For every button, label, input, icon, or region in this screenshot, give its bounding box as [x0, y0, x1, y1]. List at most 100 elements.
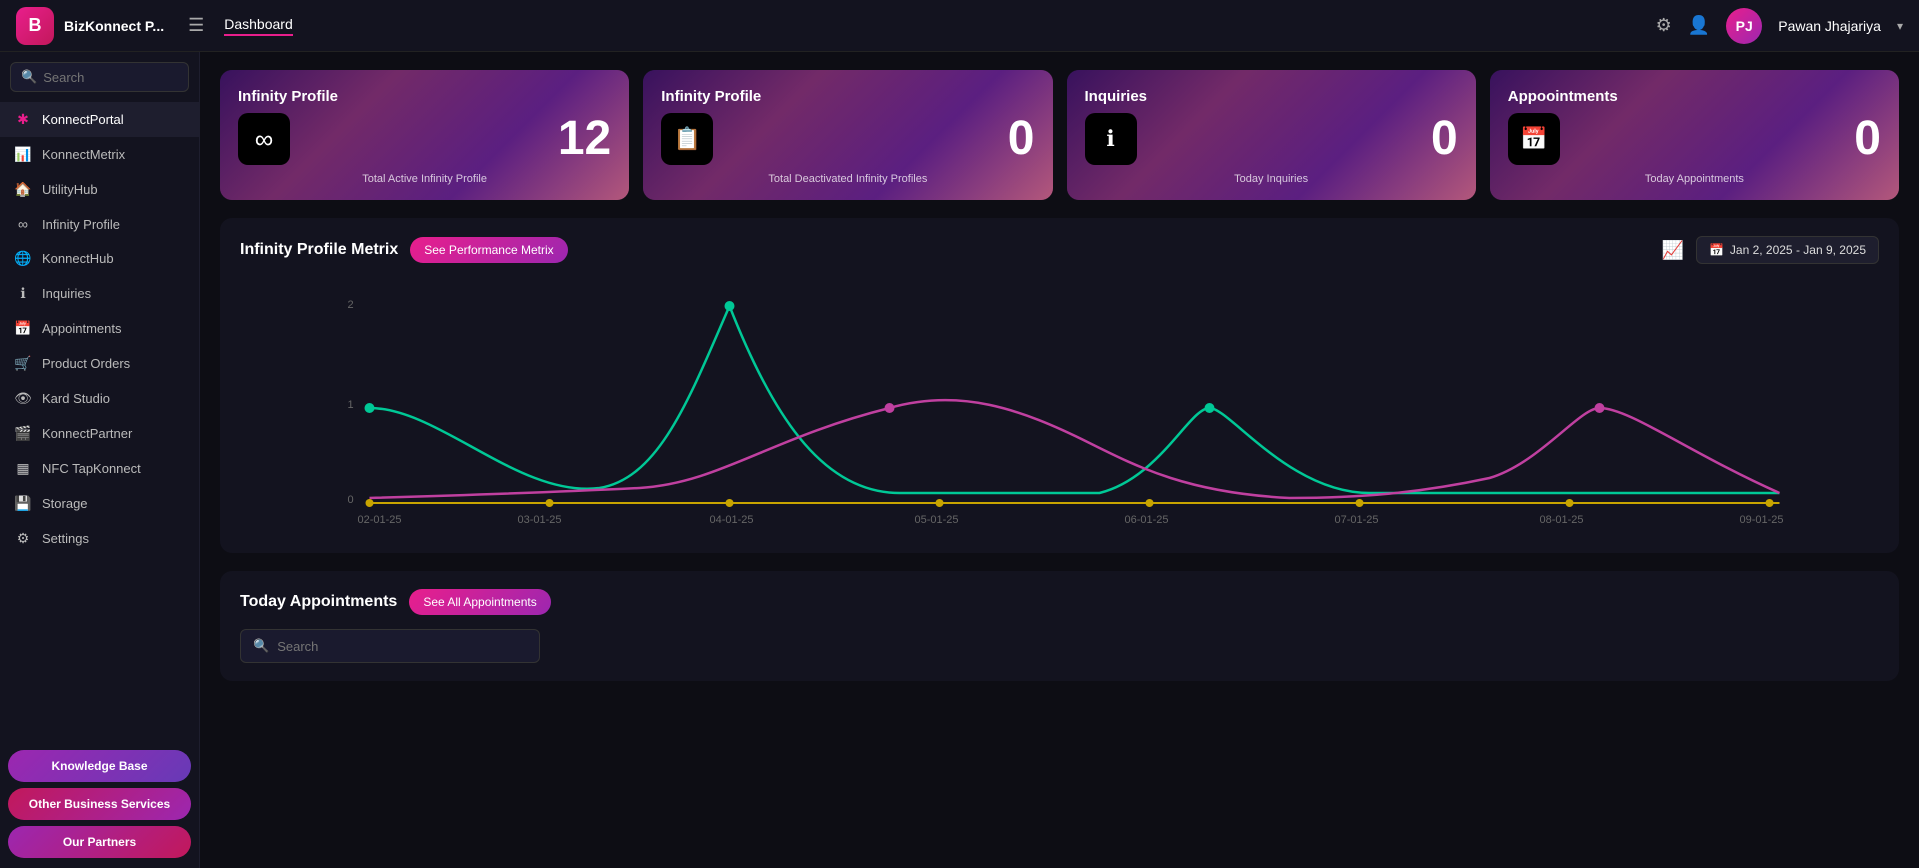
teal-dot-1	[365, 403, 375, 413]
infinity-icon-box: ∞	[238, 113, 290, 165]
sidebar-item-konnectpartner[interactable]: 🎬 KonnectPartner	[0, 416, 199, 451]
topnav-right: ⚙ 👤 PJ Pawan Jhajariya ▾	[1656, 8, 1903, 44]
purple-dot-1	[885, 403, 895, 413]
infinity-icon: ∞	[255, 124, 274, 155]
users-icon[interactable]: 👤	[1688, 15, 1710, 36]
sidebar-item-inquiries[interactable]: ℹ Inquiries	[0, 276, 199, 311]
sidebar-item-label: KonnectHub	[42, 251, 114, 266]
sidebar-nav: ✱ KonnectPortal 📊 KonnectMetrix 🏠 Utilit…	[0, 98, 199, 742]
sidebar-item-storage[interactable]: 💾 Storage	[0, 486, 199, 521]
logo: B BizKonnect P...	[16, 7, 164, 45]
username: Pawan Jhajariya	[1778, 18, 1881, 34]
chart-svg-wrap: 2 1 0	[240, 278, 1879, 543]
x-dot-8	[1766, 499, 1774, 507]
sidebar-item-label: KonnectMetrix	[42, 147, 125, 162]
inquiries-icon: ℹ	[14, 285, 32, 302]
stat-card-title: Infinity Profile	[238, 88, 611, 105]
sidebar-item-appointments[interactable]: 📅 Appointments	[0, 311, 199, 346]
sidebar-item-label: Settings	[42, 531, 89, 546]
sidebar-item-productorders[interactable]: 🛒 Product Orders	[0, 346, 199, 381]
chevron-down-icon[interactable]: ▾	[1897, 19, 1903, 33]
sidebar-item-label: Infinity Profile	[42, 217, 120, 232]
sidebar-search[interactable]: 🔍	[10, 62, 189, 92]
sidebar-item-label: KonnectPortal	[42, 112, 124, 127]
appointments-icon-box: 📅	[1508, 113, 1560, 165]
other-business-services-button[interactable]: Other Business Services	[8, 788, 191, 820]
x-label-3: 04-01-25	[710, 514, 754, 526]
avatar[interactable]: PJ	[1726, 8, 1762, 44]
see-performance-metrix-button[interactable]: See Performance Metrix	[410, 237, 567, 263]
productorders-icon: 🛒	[14, 355, 32, 372]
stat-cards: Infinity Profile ∞ 12 Total Active Infin…	[220, 70, 1899, 200]
sidebar-item-label: Appointments	[42, 321, 122, 336]
konnectmetrix-icon: 📊	[14, 146, 32, 163]
stat-card-appointments: Appoointments 📅 0 Today Appointments	[1490, 70, 1899, 200]
calendar-icon: 📅	[1709, 243, 1724, 257]
deactivated-icon-box: 📋	[661, 113, 713, 165]
search-input[interactable]	[43, 70, 178, 85]
hamburger-icon[interactable]: ☰	[188, 15, 204, 36]
nav-dashboard-link[interactable]: Dashboard	[224, 16, 293, 36]
sidebar: 🔍 ✱ KonnectPortal 📊 KonnectMetrix 🏠 Util…	[0, 52, 200, 868]
x-dot-2	[546, 499, 554, 507]
utilityhub-icon: 🏠	[14, 181, 32, 198]
inquiries-icon-box: ℹ	[1085, 113, 1137, 165]
stat-number: 12	[558, 115, 611, 163]
infinityprofile-icon: ∞	[14, 216, 32, 232]
appointments-search-input[interactable]	[277, 639, 527, 654]
date-range-label: Jan 2, 2025 - Jan 9, 2025	[1730, 243, 1866, 257]
stat-label: Today Appointments	[1508, 173, 1881, 185]
sidebar-item-konnectportal[interactable]: ✱ KonnectPortal	[0, 102, 199, 137]
chart-type-icon[interactable]: 📈	[1662, 240, 1684, 261]
stat-number: 0	[1431, 115, 1458, 163]
sidebar-item-konnecthub[interactable]: 🌐 KonnectHub	[0, 241, 199, 276]
sidebar-item-settings[interactable]: ⚙ Settings	[0, 521, 199, 556]
teal-dot-3	[1205, 403, 1215, 413]
konnectpartner-icon: 🎬	[14, 425, 32, 442]
see-all-appointments-button[interactable]: See All Appointments	[409, 589, 550, 615]
x-dot-6	[1356, 499, 1364, 507]
stat-card-infinity-active: Infinity Profile ∞ 12 Total Active Infin…	[220, 70, 629, 200]
sidebar-item-label: Kard Studio	[42, 391, 110, 406]
logo-icon: B	[16, 7, 54, 45]
x-label-2: 03-01-25	[518, 514, 562, 526]
purple-line	[370, 400, 1780, 498]
appointments-header: Today Appointments See All Appointments	[240, 589, 1879, 615]
stat-card-title: Inquiries	[1085, 88, 1458, 105]
teal-dot-2	[725, 301, 735, 311]
search-icon: 🔍	[253, 638, 269, 654]
chart-svg: 2 1 0	[240, 278, 1879, 538]
knowledge-base-button[interactable]: Knowledge Base	[8, 750, 191, 782]
our-partners-button[interactable]: Our Partners	[8, 826, 191, 858]
sidebar-item-nfctapkonnect[interactable]: ▦ NFC TapKonnect	[0, 451, 199, 486]
stat-number: 0	[1854, 115, 1881, 163]
konnectportal-icon: ✱	[14, 111, 32, 128]
x-label-8: 09-01-25	[1740, 514, 1784, 526]
appointments-search[interactable]: 🔍	[240, 629, 540, 663]
x-label-1: 02-01-25	[358, 514, 402, 526]
x-label-6: 07-01-25	[1335, 514, 1379, 526]
kardstudio-icon: 👁	[14, 390, 32, 407]
y-label-0: 0	[348, 494, 354, 506]
x-label-4: 05-01-25	[915, 514, 959, 526]
chart-header-right: 📈 📅 Jan 2, 2025 - Jan 9, 2025	[1662, 236, 1879, 264]
topnav: B BizKonnect P... ☰ Dashboard ⚙ 👤 PJ Paw…	[0, 0, 1919, 52]
app-title: BizKonnect P...	[64, 18, 164, 34]
x-dot-4	[936, 499, 944, 507]
stat-card-infinity-deactivated: Infinity Profile 📋 0 Total Deactivated I…	[643, 70, 1052, 200]
chart-header: Infinity Profile Metrix See Performance …	[240, 236, 1879, 264]
x-dot-5	[1146, 499, 1154, 507]
date-range-button[interactable]: 📅 Jan 2, 2025 - Jan 9, 2025	[1696, 236, 1879, 264]
settings-sidebar-icon: ⚙	[14, 530, 32, 547]
sidebar-item-kardstudio[interactable]: 👁 Kard Studio	[0, 381, 199, 416]
stat-number: 0	[1008, 115, 1035, 163]
settings-icon[interactable]: ⚙	[1656, 15, 1672, 36]
sidebar-bottom: Knowledge Base Other Business Services O…	[0, 742, 199, 868]
konnecthub-icon: 🌐	[14, 250, 32, 267]
sidebar-item-infinityprofile[interactable]: ∞ Infinity Profile	[0, 207, 199, 241]
deactivated-icon: 📋	[674, 126, 701, 152]
sidebar-item-utilityhub[interactable]: 🏠 UtilityHub	[0, 172, 199, 207]
sidebar-item-label: KonnectPartner	[42, 426, 132, 441]
sidebar-item-konnectmetrix[interactable]: 📊 KonnectMetrix	[0, 137, 199, 172]
y-label-1: 1	[348, 399, 354, 411]
